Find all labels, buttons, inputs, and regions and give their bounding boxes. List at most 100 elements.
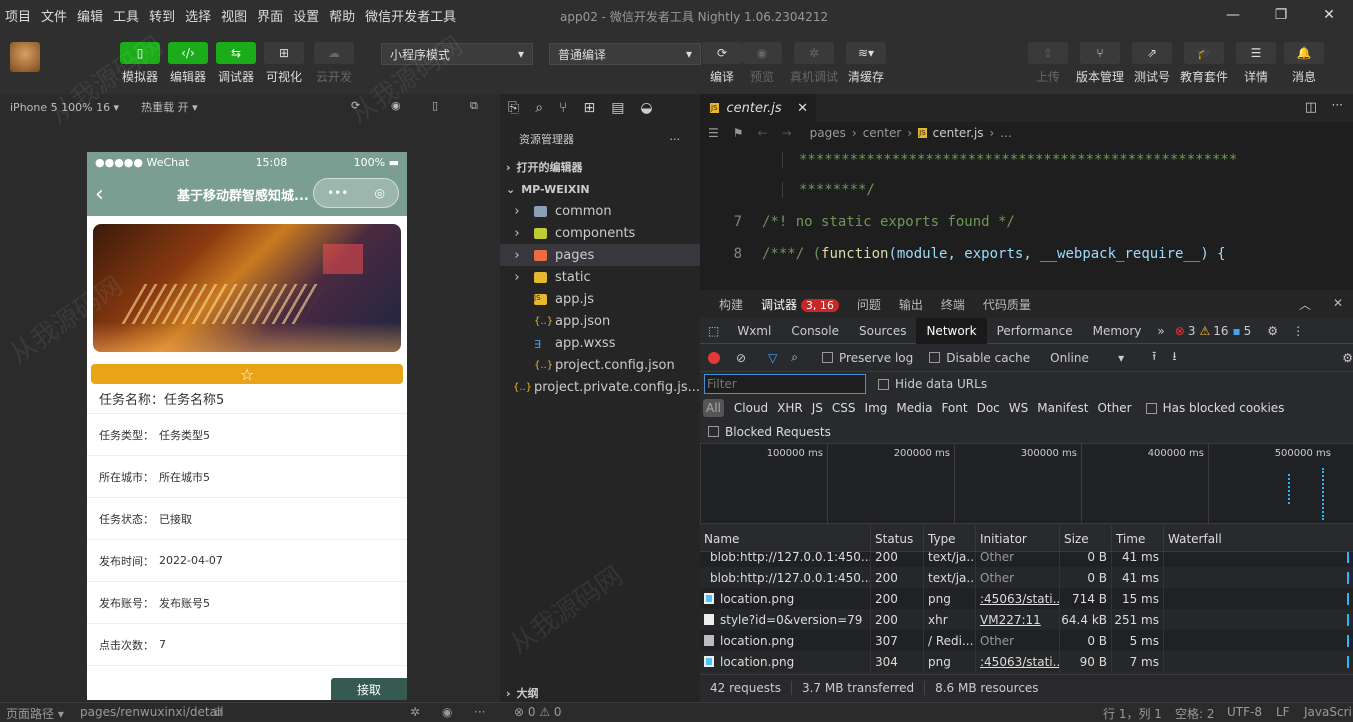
list-icon[interactable]: ☰ [708, 126, 719, 140]
col-waterfall[interactable]: Waterfall [1164, 526, 1353, 551]
type-filter-xhr[interactable]: XHR [777, 401, 803, 415]
blocked-cookies-checkbox[interactable] [1145, 402, 1157, 414]
menu-view[interactable]: 视图 [216, 6, 252, 25]
visual-button[interactable]: ⊞ 可视化 [258, 42, 310, 85]
table-row[interactable]: location.png 304 png :45063/stati... 90 … [700, 651, 1353, 672]
menu-interface[interactable]: 界面 [252, 6, 288, 25]
tab-code-quality[interactable]: 代码质量 [974, 296, 1040, 313]
col-initiator[interactable]: Initiator [976, 526, 1060, 551]
messages-button[interactable]: 🔔 消息 [1278, 42, 1330, 85]
menu-select[interactable]: 选择 [180, 6, 216, 25]
type-filter-img[interactable]: Img [865, 401, 888, 415]
outline-section[interactable]: › 大纲 [500, 684, 700, 702]
breadcrumb-item[interactable]: ... [1000, 126, 1011, 140]
tree-item-app-wxss[interactable]: ∃ app.wxss [500, 332, 700, 354]
details-button[interactable]: ☰ 详情 [1230, 42, 1282, 85]
stop-icon[interactable]: ◉ [391, 99, 401, 112]
source-control-icon[interactable]: ⑂ [559, 100, 567, 116]
network-overview-timeline[interactable]: 100000 ms 200000 ms 300000 ms 400000 ms … [700, 444, 1353, 524]
tree-item-common[interactable]: › common [500, 200, 700, 222]
forward-arrow-icon[interactable]: → [782, 126, 792, 140]
tab-network[interactable]: Network [916, 317, 987, 344]
editor-tab-center-js[interactable]: JS center.js ✕ [700, 94, 816, 122]
favorite-bar[interactable]: ☆ [91, 364, 403, 384]
version-button[interactable]: ⑂ 版本管理 [1074, 42, 1126, 85]
type-filter-css[interactable]: CSS [832, 401, 856, 415]
search-icon[interactable]: ⌕ [535, 100, 543, 116]
disable-cache-checkbox[interactable] [929, 352, 941, 363]
cloud-button[interactable]: ☁ 云开发 [308, 42, 360, 85]
tree-item-app-js[interactable]: JS app.js [500, 288, 700, 310]
encoding[interactable]: UTF-8 [1227, 705, 1262, 719]
menu-edit[interactable]: 编辑 [72, 6, 108, 25]
table-row[interactable]: location.png 307 / Redi... Other 0 B 5 m… [700, 630, 1353, 651]
upload-icon[interactable]: ⭱ [1152, 347, 1156, 368]
more-icon[interactable]: ··· [474, 705, 485, 719]
mode-select[interactable]: 小程序模式 ▾ [381, 43, 533, 65]
tree-item-components[interactable]: › components [500, 222, 700, 244]
tree-item-static[interactable]: › static [500, 266, 700, 288]
compile-select[interactable]: 普通编译 ▾ [549, 43, 701, 65]
filter-icon[interactable]: ▽ [768, 351, 777, 365]
inspect-icon[interactable]: ⬚ [700, 318, 727, 344]
settings-icon[interactable]: ✲ [410, 705, 420, 719]
type-filter-ws[interactable]: WS [1009, 401, 1028, 415]
table-row[interactable]: blob:http://127.0.0.1:450... 200 text/ja… [700, 567, 1353, 588]
more-icon[interactable]: ••• [327, 186, 348, 200]
more-icon[interactable]: ··· [670, 133, 681, 146]
upload-button[interactable]: ⇪ 上传 [1022, 42, 1074, 85]
close-mini-icon[interactable]: ◎ [374, 186, 384, 200]
accept-button[interactable]: 接取 [331, 678, 407, 700]
menu-tools[interactable]: 工具 [108, 6, 144, 25]
menu-help[interactable]: 帮助 [324, 6, 360, 25]
gear-icon[interactable]: ⚙ [1342, 351, 1353, 365]
tab-terminal[interactable]: 终端 [932, 296, 974, 313]
clear-cache-button[interactable]: ≋▾ 清缓存 [840, 42, 892, 85]
files-icon[interactable]: ⎘ [508, 100, 519, 116]
education-button[interactable]: 🎓 教育套件 [1178, 42, 1230, 85]
menu-settings[interactable]: 设置 [288, 6, 324, 25]
table-row[interactable]: blob:http://127.0.0.1:450... 200 text/ja… [700, 552, 1353, 567]
type-filter-all[interactable]: All [703, 399, 724, 417]
download-icon[interactable]: ⭳ [1172, 347, 1176, 368]
clear-icon[interactable]: ⊘ [736, 351, 746, 365]
table-row[interactable]: style?id=0&version=79 200 xhr VM227:11 6… [700, 609, 1353, 630]
minimize-icon[interactable]: — [1209, 0, 1257, 30]
close-icon[interactable]: ✕ [1305, 0, 1353, 30]
docker-icon[interactable]: ◒ [640, 100, 652, 116]
test-account-button[interactable]: ⇗ 测试号 [1126, 42, 1178, 85]
hide-data-urls-checkbox[interactable] [878, 378, 889, 390]
tab-console[interactable]: Console [781, 318, 849, 344]
editor-button[interactable]: ‹/› 编辑器 [162, 42, 214, 85]
page-path-label[interactable]: 页面路径 ▾ [6, 705, 64, 722]
real-debug-button[interactable]: ✲ 真机调试 [788, 42, 840, 85]
close-icon[interactable]: ✕ [1333, 296, 1343, 310]
menu-goto[interactable]: 转到 [144, 6, 180, 25]
tab-memory[interactable]: Memory [1083, 318, 1152, 344]
open-editors-section[interactable]: › 打开的编辑器 [500, 156, 700, 178]
copy-icon[interactable]: ⧉ [214, 705, 223, 720]
indentation[interactable]: 空格: 2 [1175, 705, 1215, 722]
record-icon[interactable] [708, 351, 720, 364]
simulator-button[interactable]: ▯ 模拟器 [114, 42, 166, 85]
more-icon[interactable]: ··· [1332, 98, 1343, 112]
cursor-position[interactable]: 行 1，列 1 [1103, 705, 1162, 722]
preview-button[interactable]: ◉ 预览 [736, 42, 788, 85]
type-filter-doc[interactable]: Doc [977, 401, 1000, 415]
preserve-log-checkbox[interactable] [822, 352, 834, 363]
extensions-icon[interactable]: ⊞ [583, 100, 595, 116]
type-filter-js[interactable]: JS [812, 401, 823, 415]
back-arrow-icon[interactable]: ← [758, 126, 768, 140]
gear-icon[interactable]: ⚙ [1267, 324, 1278, 338]
tab-debugger[interactable]: 调试器 3, 16 [752, 296, 848, 313]
kebab-menu-icon[interactable]: ⋮ [1292, 324, 1304, 338]
tab-output[interactable]: 输出 [890, 296, 932, 313]
tab-performance[interactable]: Performance [987, 318, 1083, 344]
tree-item-app-json[interactable]: {..} app.json [500, 310, 700, 332]
search-icon[interactable]: ⌕ [791, 350, 798, 365]
problems-indicator[interactable]: ⊗ 0 ⚠ 0 [514, 705, 562, 719]
debugger-button[interactable]: ⇆ 调试器 [210, 42, 262, 85]
hot-reload-toggle[interactable]: 热重载 开 ▾ [141, 99, 198, 115]
tab-build[interactable]: 构建 [710, 296, 752, 313]
filter-input[interactable] [704, 374, 866, 394]
